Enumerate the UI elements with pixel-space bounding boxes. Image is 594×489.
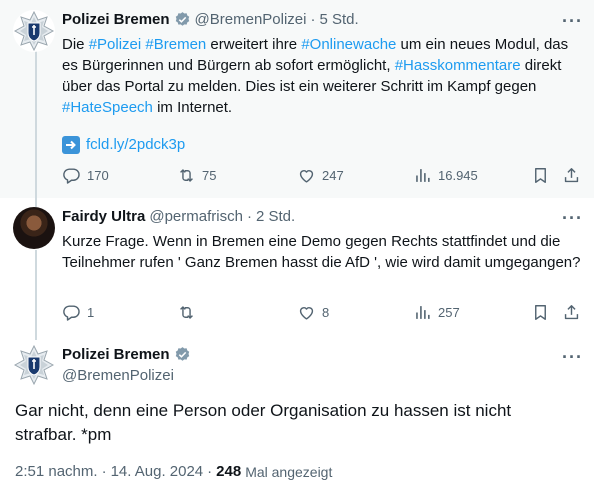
like-button[interactable]: 8 <box>297 303 329 322</box>
share-icon <box>564 304 579 319</box>
more-icon[interactable]: ··· <box>562 348 583 366</box>
heart-icon <box>299 169 314 183</box>
reply-icon <box>63 167 80 184</box>
police-star-icon <box>13 10 55 52</box>
text-segment: erweitert ihre <box>206 36 302 53</box>
like-button[interactable]: 247 <box>297 166 344 185</box>
views-icon <box>416 168 430 182</box>
police-star-icon <box>13 344 55 386</box>
repost-icon <box>180 305 193 319</box>
author-name[interactable]: Polizei Bremen <box>62 346 170 363</box>
reply-count: 170 <box>87 167 109 183</box>
main-tweet-header: Polizei Bremen <box>62 346 195 363</box>
thread-line <box>35 50 37 210</box>
repost-button[interactable]: 75 <box>177 166 216 185</box>
text-segment: Die <box>62 36 89 53</box>
separator-dot: · <box>246 208 252 225</box>
share-button[interactable] <box>562 303 581 322</box>
verified-badge-icon <box>174 11 191 28</box>
author-name[interactable]: Polizei Bremen <box>62 11 170 28</box>
hashtag-hatespeech[interactable]: #HateSpeech <box>62 99 153 116</box>
author-handle[interactable]: @permafrisch <box>149 208 243 225</box>
heart-icon <box>299 306 314 320</box>
avatar-fairdy-ultra[interactable] <box>13 207 55 249</box>
separator-dot: · <box>310 11 316 28</box>
tweet-time[interactable]: 2 Std. <box>256 208 295 225</box>
hashtag-onlinewache[interactable]: #Onlinewache <box>301 36 396 53</box>
tweet2-actions: 1 8 257 <box>0 302 594 322</box>
reply-icon <box>63 304 80 321</box>
separator-dot: · <box>101 463 107 480</box>
bookmark-button[interactable] <box>531 303 550 322</box>
repost-button[interactable] <box>177 303 202 322</box>
tweet-date[interactable]: 14. Aug. 2024 <box>111 463 204 480</box>
views-count: 257 <box>438 304 460 320</box>
avatar-polizei-bremen[interactable] <box>13 10 55 52</box>
bookmark-icon <box>535 167 546 183</box>
reply-button[interactable]: 1 <box>62 303 94 322</box>
tweet2-text: Kurze Frage. Wenn in Bremen eine Demo ge… <box>62 233 581 271</box>
repost-icon <box>180 168 193 182</box>
bookmark-button[interactable] <box>531 166 550 185</box>
tweet1-text: Die #Polizei #Bremen erweitert ihre #Onl… <box>62 34 574 118</box>
separator-dot: · <box>207 463 213 480</box>
views-count: 248 <box>216 463 242 480</box>
repost-count: 75 <box>202 167 217 183</box>
tweet-time[interactable]: 2:51 nachm. <box>15 463 98 480</box>
views-count: 16.945 <box>438 167 478 183</box>
text-segment: im Internet. <box>152 99 233 116</box>
author-handle[interactable]: @BremenPolizei <box>62 367 174 384</box>
tweet1-link[interactable]: fcld.ly/2pdck3p <box>62 134 185 155</box>
tweet1-header: Polizei Bremen @BremenPolizei · 5 Std. <box>62 11 359 28</box>
tweet-time[interactable]: 5 Std. <box>319 11 358 28</box>
avatar-polizei-bremen[interactable] <box>13 344 55 386</box>
verified-badge-icon <box>174 346 191 363</box>
reply-count: 1 <box>87 304 95 320</box>
hashtag-hasskommentare[interactable]: #Hasskommentare <box>395 57 521 74</box>
share-icon <box>564 167 579 182</box>
author-handle[interactable]: @BremenPolizei <box>195 11 307 28</box>
short-link[interactable]: fcld.ly/2pdck3p <box>86 134 185 155</box>
tweet1-actions: 170 75 247 16.945 <box>0 165 594 185</box>
author-name[interactable]: Fairdy Ultra <box>62 208 145 225</box>
views-button[interactable]: 257 <box>413 303 460 322</box>
tweet2-header: Fairdy Ultra @permafrisch · 2 Std. <box>62 208 295 225</box>
arrow-right-icon <box>62 135 80 154</box>
views-label: Mal angezeigt <box>245 463 333 480</box>
views-button[interactable]: 16.945 <box>413 166 478 185</box>
tweet-meta: 2:51 nachm. · 14. Aug. 2024 · 248 Mal an… <box>15 463 332 480</box>
main-tweet-text: Gar nicht, denn eine Person oder Organis… <box>15 401 512 444</box>
bookmark-icon <box>535 304 546 320</box>
more-icon[interactable]: ··· <box>562 12 583 30</box>
hashtag-bremen[interactable]: #Bremen <box>145 36 206 53</box>
like-count: 247 <box>322 167 344 183</box>
like-count: 8 <box>322 304 330 320</box>
hashtag-polizei[interactable]: #Polizei <box>89 36 142 53</box>
views-icon <box>416 305 430 319</box>
thread-line <box>35 250 37 340</box>
more-icon[interactable]: ··· <box>562 209 583 227</box>
share-button[interactable] <box>562 166 581 185</box>
reply-button[interactable]: 170 <box>62 166 109 185</box>
